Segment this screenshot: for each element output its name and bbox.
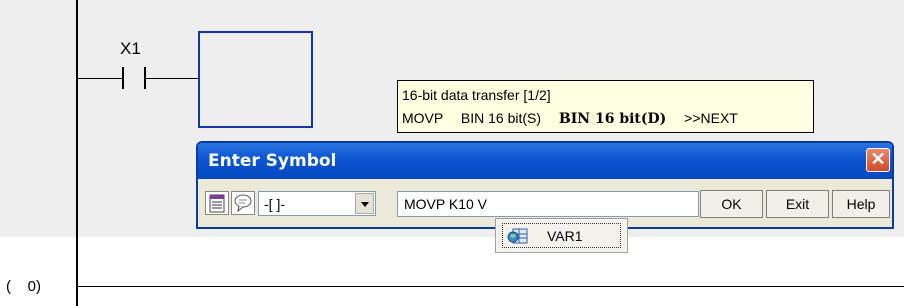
suggestion-item[interactable]: VAR1 (502, 223, 621, 248)
dropdown-arrow-icon[interactable] (355, 193, 374, 214)
tooltip-arg-destination: BIN 16 bit(D) (558, 111, 667, 127)
step-number: ( 0) (6, 278, 42, 295)
dialog-title: Enter Symbol (208, 151, 337, 171)
comment-icon[interactable] (231, 191, 255, 215)
rung-wire-right (146, 78, 198, 79)
dialog-titlebar[interactable]: Enter Symbol ✕ (198, 143, 892, 179)
tooltip-next: >>NEXT (684, 110, 738, 126)
symbol-suggestion-popup: VAR1 (495, 218, 628, 253)
left-power-rail (76, 0, 78, 306)
label-variable-icon (507, 226, 528, 244)
instruction-tooltip: 16-bit data transfer [1/2] MOVP BIN 16 b… (397, 80, 814, 133)
contact-symbol-left (122, 67, 124, 89)
rung-wire-bottom (78, 286, 904, 287)
suggestion-label: VAR1 (547, 228, 583, 244)
tooltip-arg-source: BIN 16 bit(S) (460, 110, 542, 126)
close-icon: ✕ (870, 149, 886, 169)
contact-device-label: X1 (120, 39, 141, 58)
help-button[interactable]: Help (832, 190, 890, 218)
tooltip-arguments: MOVP BIN 16 bit(S) BIN 16 bit(D) >>NEXT (402, 110, 738, 127)
close-button[interactable]: ✕ (866, 148, 890, 172)
enter-symbol-dialog: Enter Symbol ✕ -[ ]- MOVP K10 V OK Exit … (196, 141, 894, 229)
tooltip-instruction: MOVP (402, 110, 443, 126)
exit-button[interactable]: Exit (766, 190, 829, 218)
instruction-type-select[interactable]: -[ ]- (258, 191, 376, 216)
ok-button[interactable]: OK (700, 190, 763, 218)
instruction-type-value: -[ ]- (264, 196, 285, 212)
rung-wire-left (78, 78, 122, 79)
ladder-cursor[interactable] (198, 31, 313, 128)
tooltip-title: 16-bit data transfer [1/2] (402, 87, 551, 103)
ladder-canvas-lower[interactable] (0, 237, 904, 306)
device-list-icon[interactable] (205, 191, 229, 215)
symbol-input[interactable] (397, 191, 699, 217)
